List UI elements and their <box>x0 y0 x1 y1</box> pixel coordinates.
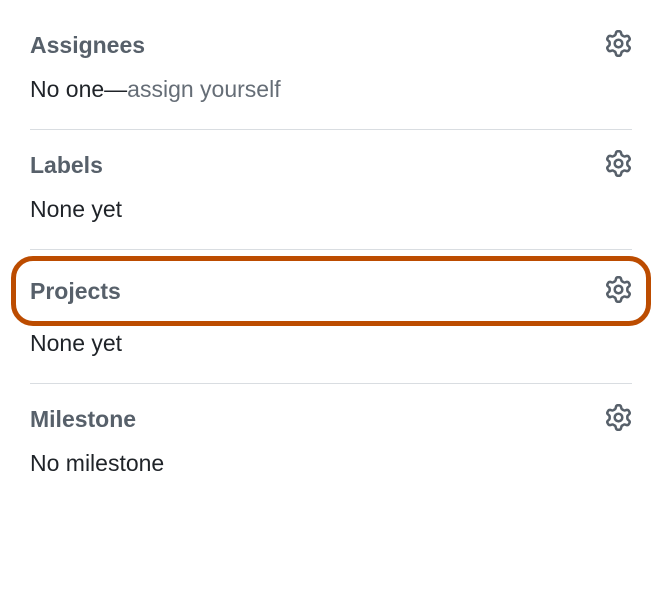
issue-sidebar: Assignees No one—assign yourself Labels … <box>0 0 662 503</box>
milestone-section: Milestone No milestone <box>30 384 632 503</box>
labels-section: Labels None yet <box>30 130 632 250</box>
assignees-none-text: No one— <box>30 76 127 102</box>
assignees-header: Assignees <box>30 30 632 60</box>
projects-settings-button[interactable] <box>605 276 632 306</box>
labels-body: None yet <box>30 194 632 225</box>
assignees-body: No one—assign yourself <box>30 74 632 105</box>
gear-icon <box>605 276 632 306</box>
assignees-section: Assignees No one—assign yourself <box>30 18 632 130</box>
projects-section: Projects None yet <box>30 250 632 384</box>
projects-header: Projects <box>30 270 632 306</box>
assignees-settings-button[interactable] <box>605 30 632 60</box>
labels-settings-button[interactable] <box>605 150 632 180</box>
milestone-title: Milestone <box>30 406 136 433</box>
milestone-settings-button[interactable] <box>605 404 632 434</box>
gear-icon <box>605 404 632 434</box>
milestone-body: No milestone <box>30 448 632 479</box>
gear-icon <box>605 30 632 60</box>
assign-yourself-link[interactable]: assign yourself <box>127 76 280 102</box>
assignees-title: Assignees <box>30 32 145 59</box>
projects-title: Projects <box>30 278 121 305</box>
milestone-header: Milestone <box>30 404 632 434</box>
projects-body: None yet <box>30 328 632 359</box>
labels-title: Labels <box>30 152 103 179</box>
labels-header: Labels <box>30 150 632 180</box>
gear-icon <box>605 150 632 180</box>
